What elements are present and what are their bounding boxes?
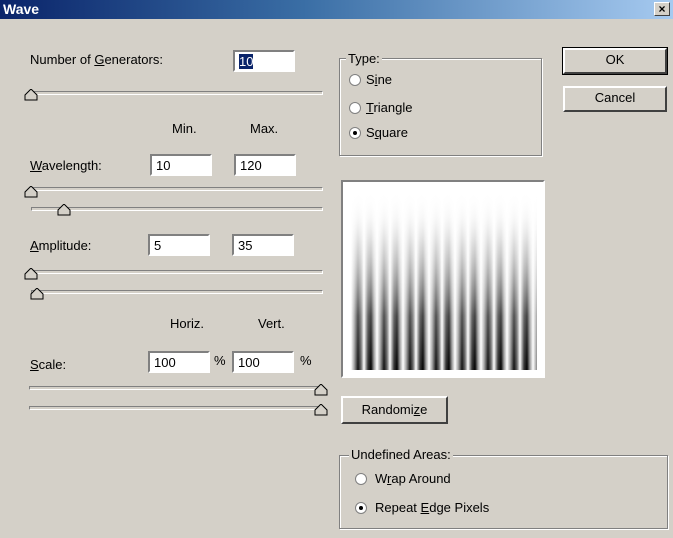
wrap-around-radio[interactable] [355,473,367,485]
scale-horiz-slider-track[interactable] [29,386,321,390]
undefined-areas-group [339,455,668,529]
amplitude-min-input[interactable]: 5 [148,234,210,256]
window-title: Wave [3,1,40,17]
wavelength-max-input[interactable]: 120 [234,154,296,176]
type-group-legend: Type: [346,51,382,66]
randomize-button[interactable]: Randomize [341,396,448,424]
amplitude-max-slider-track[interactable] [31,290,323,294]
close-button[interactable]: × [654,2,670,16]
generators-slider-track[interactable] [31,91,323,95]
scale-label: Scale: [30,357,67,372]
scale-vert-unit: % [300,353,312,368]
type-sine-label[interactable]: Sine [366,72,392,87]
scale-vert-input[interactable]: 100 [232,351,294,373]
horiz-header: Horiz. [170,316,204,331]
generators-input[interactable]: 10 [233,50,295,72]
ok-button[interactable]: OK [562,47,668,75]
generators-value: 10 [239,54,254,69]
min-header: Min. [172,121,197,136]
wave-preview-image [351,190,537,370]
wave-preview [341,180,545,378]
type-triangle-label[interactable]: Triangle [366,100,413,115]
generators-label: Number of Generators: [30,52,163,67]
scale-horiz-unit: % [214,353,226,368]
scale-horiz-input[interactable]: 100 [148,351,210,373]
wavelength-label: Wavelength: [30,158,102,173]
undefined-areas-legend: Undefined Areas: [349,447,453,462]
type-sine-radio[interactable] [349,74,361,86]
wave-dialog: Wave × Number of Generators: 10 Min. Max… [0,0,673,538]
wavelength-max-slider-track[interactable] [31,207,323,211]
amplitude-label: Amplitude: [30,238,92,253]
amplitude-min-slider-track[interactable] [31,270,323,274]
type-square-label[interactable]: Square [366,125,408,140]
scale-vert-slider-track[interactable] [29,406,321,410]
wavelength-min-input[interactable]: 10 [150,154,212,176]
wrap-around-label[interactable]: Wrap Around [375,471,451,486]
type-square-radio[interactable] [349,127,361,139]
repeat-edge-pixels-radio[interactable] [355,502,367,514]
wavelength-min-slider-track[interactable] [31,187,323,191]
vert-header: Vert. [258,316,285,331]
repeat-edge-pixels-label[interactable]: Repeat Edge Pixels [375,500,489,515]
type-triangle-radio[interactable] [349,102,361,114]
cancel-button[interactable]: Cancel [563,86,667,112]
title-bar: Wave × [0,0,673,19]
amplitude-max-input[interactable]: 35 [232,234,294,256]
max-header: Max. [250,121,279,136]
